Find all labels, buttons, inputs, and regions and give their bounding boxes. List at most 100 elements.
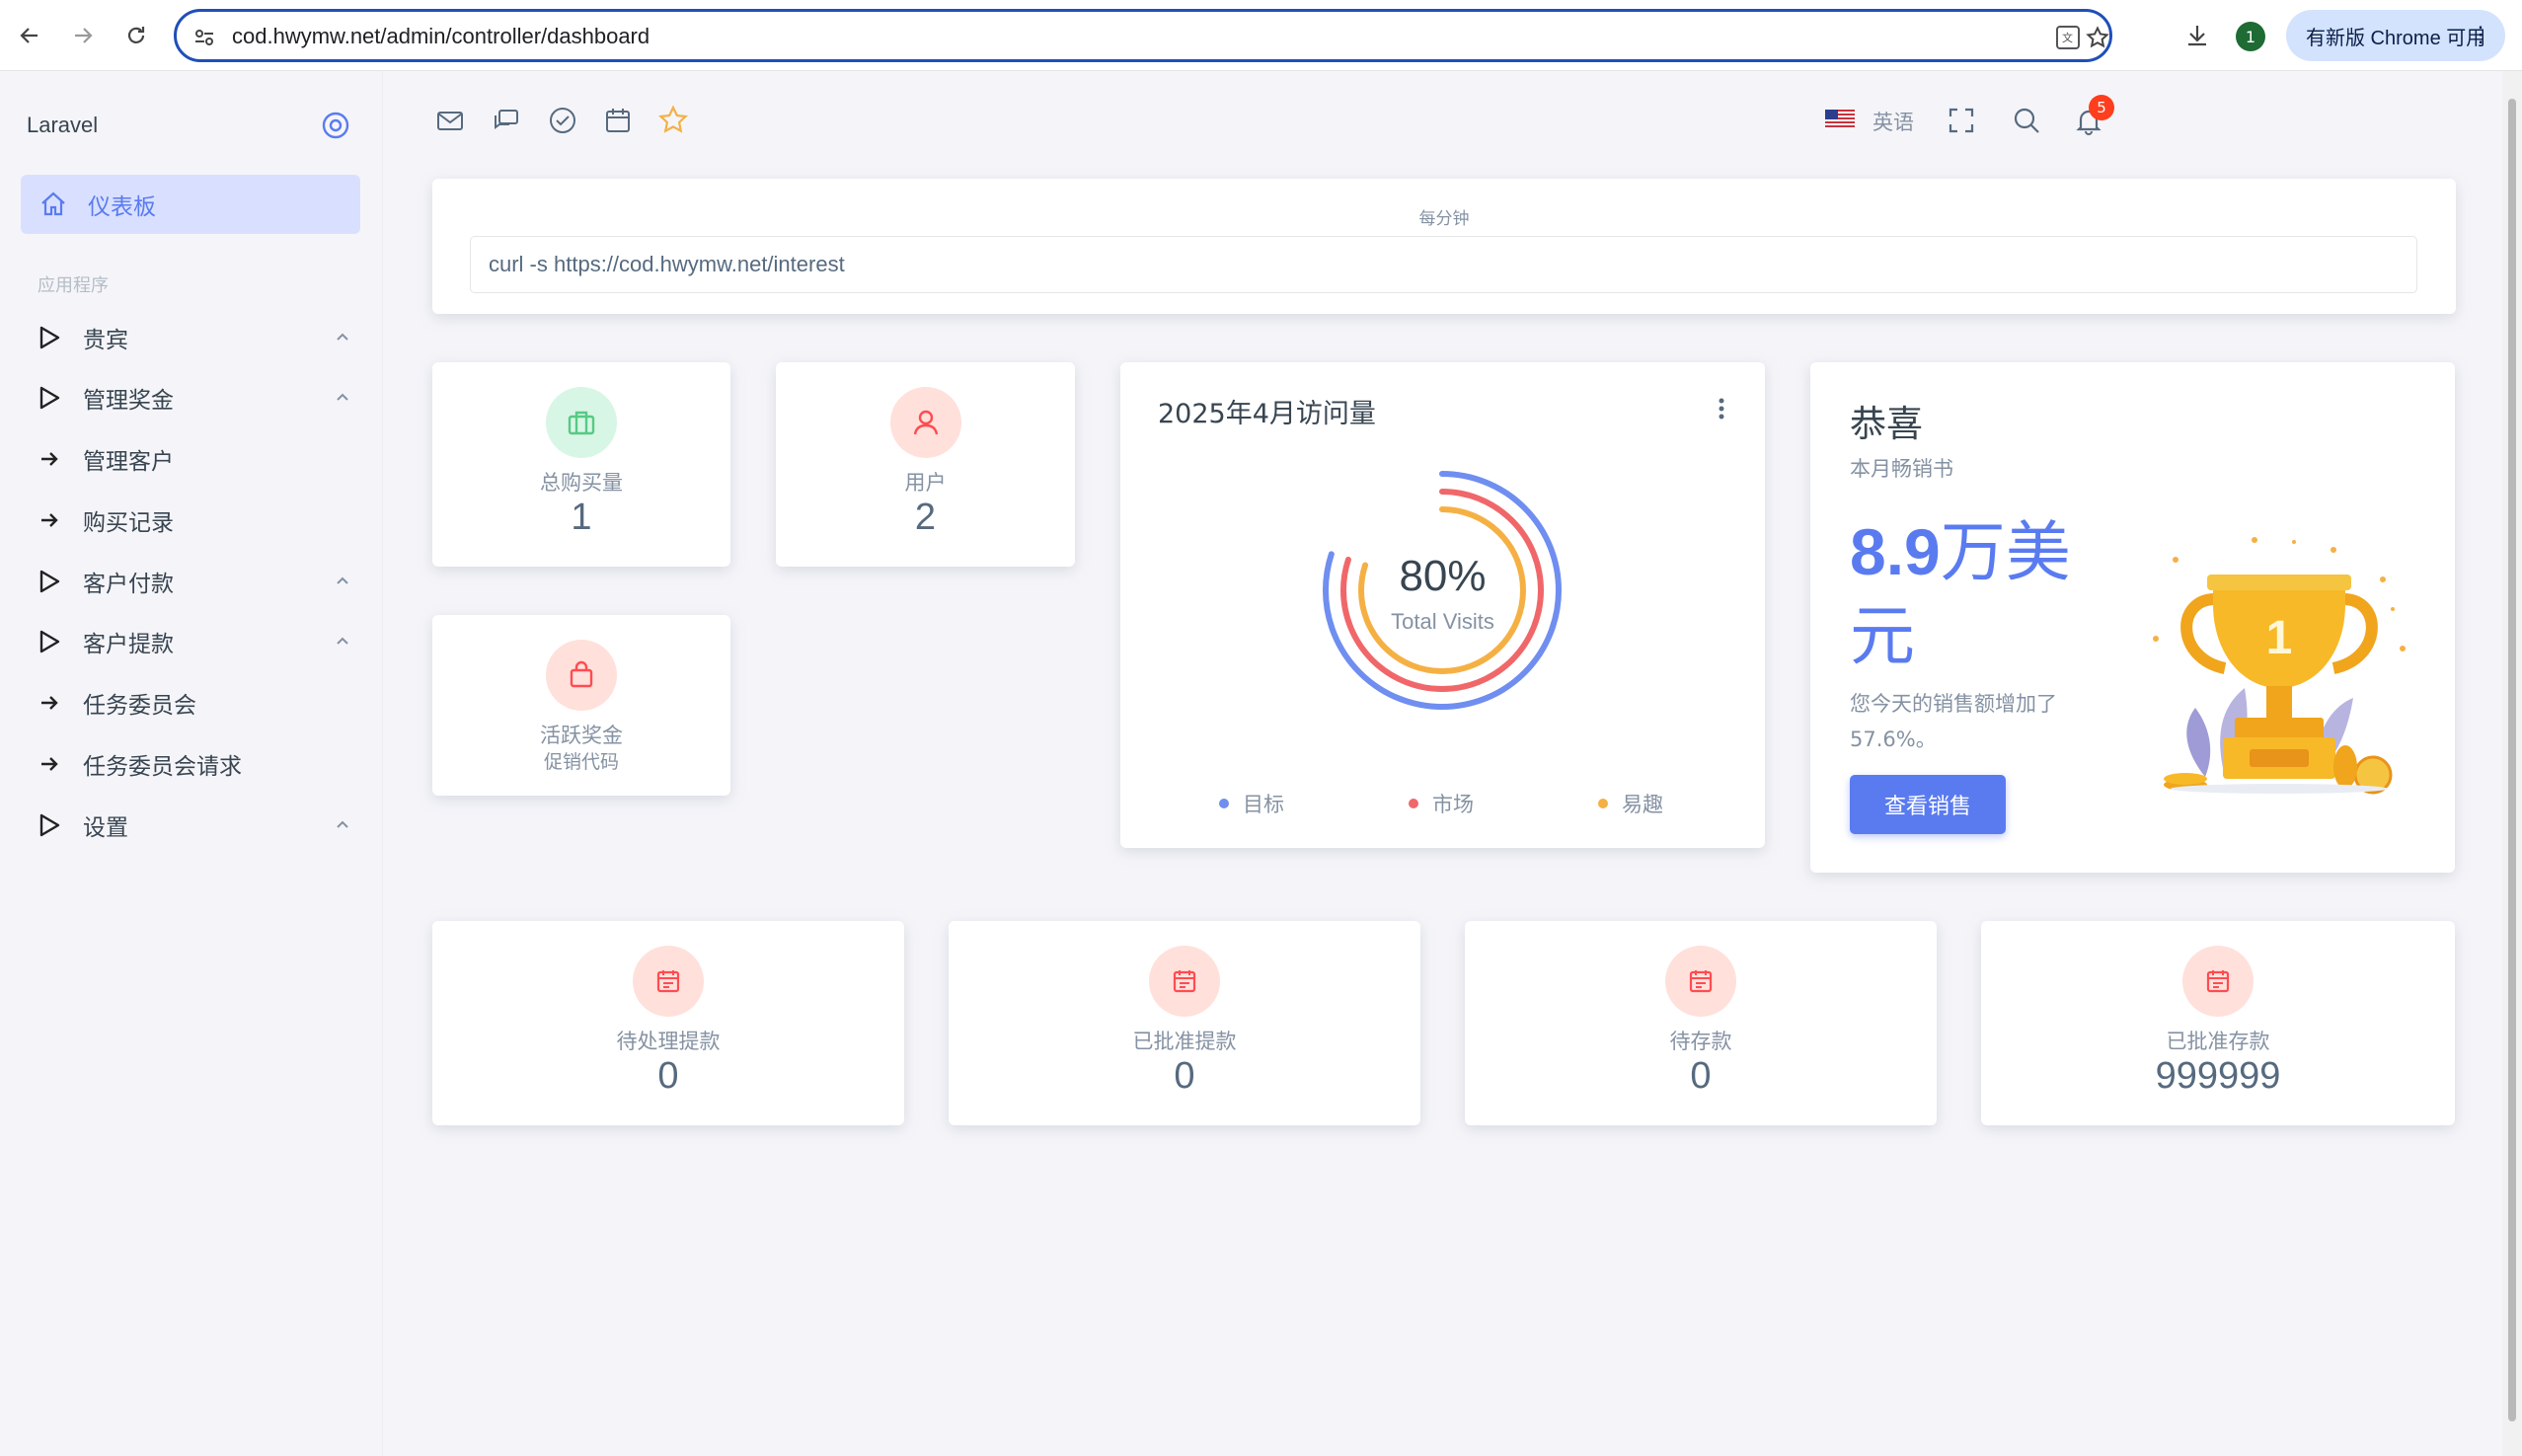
download-icon[interactable] xyxy=(2179,18,2215,53)
stat-label: 已批准存款 xyxy=(2166,1030,2270,1053)
shopping-bag-icon xyxy=(546,640,617,711)
brand-name[interactable]: Laravel xyxy=(27,113,98,138)
more-vert-icon[interactable] xyxy=(1718,398,1725,423)
reload-button[interactable] xyxy=(118,18,154,53)
visits-card: 2025年4月访问量 80% Total Visits 目标 市场 易趣 xyxy=(1120,362,1765,848)
check-circle-icon[interactable] xyxy=(545,103,580,138)
stat-card-users: 用户 2 xyxy=(776,362,1075,567)
address-bar[interactable]: cod.hwymw.net/admin/controller/dashboard… xyxy=(174,9,2112,62)
sidebar-item-dashboard[interactable]: 仪表板 xyxy=(21,175,360,234)
stat-value: 0 xyxy=(657,1055,679,1097)
stat-label: 活跃奖金 xyxy=(540,724,623,747)
view-sales-button[interactable]: 查看销售 xyxy=(1850,775,2006,834)
stat-value: 1 xyxy=(571,497,592,538)
calendar-icon xyxy=(1149,946,1220,1017)
sidebar-item-label: 任务委员会请求 xyxy=(83,754,242,780)
sidebar-item-customer-payments[interactable]: 客户付款 xyxy=(38,558,353,605)
us-flag-icon[interactable] xyxy=(1825,110,1855,129)
arrow-right-icon xyxy=(41,757,58,771)
page-scrollbar[interactable] xyxy=(2502,71,2522,1456)
sidebar-item-label: 设置 xyxy=(83,815,128,841)
site-info-icon[interactable] xyxy=(191,24,218,51)
legend-label: 市场 xyxy=(1432,793,1474,816)
chevron-up-icon xyxy=(337,637,348,645)
more-vert-icon[interactable]: ⋮ xyxy=(2470,22,2491,47)
stat-label: 总购买量 xyxy=(540,471,623,495)
scrollbar-thumb[interactable] xyxy=(2508,99,2516,1421)
chevron-up-icon xyxy=(337,393,348,401)
chevron-up-icon xyxy=(337,333,348,341)
visits-title: 2025年4月访问量 xyxy=(1158,399,1376,429)
play-triangle-icon xyxy=(39,386,60,410)
reload-icon xyxy=(127,27,145,43)
play-triangle-icon xyxy=(39,813,60,837)
sidebar-item-vip[interactable]: 贵宾 xyxy=(38,314,353,361)
radio-circle-icon xyxy=(322,112,349,139)
email-icon[interactable] xyxy=(432,103,468,138)
calendar-icon xyxy=(1665,946,1736,1017)
svg-text:文: 文 xyxy=(2062,31,2073,44)
back-button[interactable] xyxy=(12,18,47,53)
profile-avatar[interactable]: 1 xyxy=(2236,22,2265,51)
sidebar-toggle[interactable] xyxy=(321,111,350,140)
legend-item-target: 目标 xyxy=(1219,789,1284,818)
chrome-update-button[interactable]: 有新版 Chrome 可用 ⋮ xyxy=(2286,10,2505,61)
sidebar-item-manage-bonus[interactable]: 管理奖金 xyxy=(38,374,353,421)
language-selector[interactable]: 英语 xyxy=(1872,107,1914,136)
play-triangle-icon xyxy=(39,570,60,593)
play-triangle-icon xyxy=(39,630,60,653)
sidebar-item-label: 任务委员会 xyxy=(83,693,196,719)
chevron-up-icon xyxy=(337,820,348,828)
arrow-right-icon xyxy=(41,696,58,710)
menu-section-header: 应用程序 xyxy=(38,275,109,296)
sidebar-item-label: 管理客户 xyxy=(83,449,174,475)
sales-amount: 8.9万美元 xyxy=(1850,510,2116,678)
briefcase-icon xyxy=(546,387,617,458)
calendar-icon[interactable] xyxy=(600,103,636,138)
visits-percent: 80% xyxy=(1399,552,1487,600)
bookmark-star-icon[interactable] xyxy=(2084,24,2111,51)
stat-value: 2 xyxy=(914,497,937,538)
chat-icon[interactable] xyxy=(489,103,524,138)
legend-item-ebay: 易趣 xyxy=(1598,789,1663,818)
sidebar-item-manage-customers[interactable]: 管理客户 xyxy=(38,435,353,483)
calendar-icon xyxy=(2182,946,2254,1017)
amount-number: 8.9 xyxy=(1850,515,1941,588)
star-icon[interactable] xyxy=(655,103,691,138)
stat-card-pending-withdrawals: 待处理提款 0 xyxy=(432,921,904,1125)
sidebar-item-customer-withdrawals[interactable]: 客户提款 xyxy=(38,618,353,665)
legend-dot xyxy=(1219,799,1229,808)
forward-button[interactable] xyxy=(65,18,101,53)
update-label: 有新版 Chrome 可用 xyxy=(2306,27,2486,49)
stat-card-active-bonus[interactable]: 活跃奖金 促销代码 xyxy=(432,615,730,796)
back-arrow-icon xyxy=(20,28,38,43)
cron-command-field[interactable]: curl -s https://cod.hwymw.net/interest xyxy=(470,236,2417,293)
translate-icon[interactable]: 文 xyxy=(2054,24,2082,51)
congrats-card: 恭喜 本月畅销书 8.9万美元 您今天的销售额增加了57.6%。 查看销售 1 xyxy=(1810,362,2455,873)
stat-card-pending-deposits: 待存款 0 xyxy=(1465,921,1937,1125)
sidebar-item-label: 购买记录 xyxy=(83,510,174,536)
sidebar-item-purchase-records[interactable]: 购买记录 xyxy=(38,497,353,544)
sidebar-item-label: 仪表板 xyxy=(88,194,156,220)
url-text: cod.hwymw.net/admin/controller/dashboard xyxy=(232,24,650,48)
sidebar-item-settings[interactable]: 设置 xyxy=(38,802,353,849)
stat-card-total-purchase: 总购买量 1 xyxy=(432,362,730,567)
sidebar-item-task-committee[interactable]: 任务委员会 xyxy=(38,679,353,727)
stat-card-approved-withdrawals: 已批准提款 0 xyxy=(949,921,1420,1125)
congrats-title: 恭喜 xyxy=(1850,403,1923,445)
stat-label: 待存款 xyxy=(1669,1030,1732,1053)
legend-label: 目标 xyxy=(1243,793,1284,816)
fullscreen-icon[interactable] xyxy=(1944,103,1979,138)
search-icon[interactable] xyxy=(2009,103,2044,138)
notification-badge: 5 xyxy=(2089,95,2114,120)
stat-label: 用户 xyxy=(904,471,947,495)
sidebar: Laravel 仪表板 应用程序 贵宾 管理奖金 管理客户 购买记录 客户付款 … xyxy=(0,71,383,1456)
legend-label: 易趣 xyxy=(1622,793,1663,816)
forward-arrow-icon xyxy=(75,28,93,43)
visits-subtitle: Total Visits xyxy=(1391,609,1494,634)
legend-item-market: 市场 xyxy=(1409,789,1474,818)
sidebar-item-task-committee-requests[interactable]: 任务委员会请求 xyxy=(38,740,353,788)
stat-value: 999999 xyxy=(2155,1055,2281,1097)
user-icon xyxy=(889,387,961,458)
sidebar-item-label: 客户付款 xyxy=(83,572,174,597)
